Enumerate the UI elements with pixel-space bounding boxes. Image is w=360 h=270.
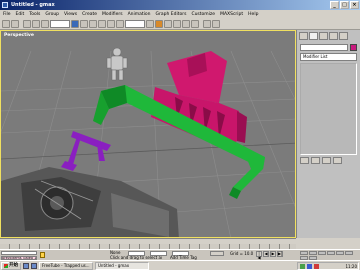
menu-create[interactable]: Create — [82, 12, 97, 17]
start-label: 开始 — [9, 262, 18, 268]
pivot-center-icon[interactable] — [146, 20, 154, 28]
rotate-icon[interactable] — [107, 20, 115, 28]
windows-logo-icon — [4, 263, 8, 268]
remove-modifier-icon[interactable] — [333, 157, 342, 164]
snap-toggle-icon[interactable] — [155, 20, 163, 28]
stack-controls — [300, 157, 357, 164]
zoom-icon[interactable] — [300, 251, 308, 255]
selection-filter-dropdown[interactable] — [50, 20, 70, 28]
render-icon[interactable] — [212, 20, 220, 28]
zoom-all-icon[interactable] — [309, 251, 317, 255]
menu-bar: File Edit Tools Group Views Create Modif… — [0, 10, 360, 19]
play-button[interactable]: ▶ — [270, 251, 276, 257]
purple-bench-model[interactable] — [61, 131, 111, 171]
object-name-row — [300, 44, 357, 51]
title-bar: Untitled - gmax _ □ × — [0, 0, 360, 10]
previous-frame-button[interactable]: ◀ — [263, 251, 269, 257]
spaceship-engine-model[interactable] — [1, 167, 179, 238]
start-button[interactable]: 开始 — [1, 261, 21, 270]
viewport-label[interactable]: Perspective — [4, 33, 34, 38]
language-icon[interactable] — [307, 263, 312, 269]
window-title: Untitled - gmax — [11, 2, 55, 8]
x-coordinate-field[interactable] — [128, 251, 145, 256]
menu-views[interactable]: Views — [64, 12, 77, 17]
reference-coordinate-dropdown[interactable] — [125, 20, 145, 28]
tab-create[interactable] — [299, 32, 308, 40]
menu-animation[interactable]: Animation — [128, 12, 151, 17]
object-name-field[interactable] — [300, 44, 348, 51]
modifier-stack[interactable] — [300, 63, 357, 155]
viewport-scene — [1, 47, 295, 238]
command-panel: Modifier List — [296, 30, 360, 238]
redo-icon[interactable] — [11, 20, 19, 28]
scale-icon[interactable] — [116, 20, 124, 28]
select-object-icon[interactable] — [71, 20, 79, 28]
status-bar: prevxitems_paleo 1 None Click and drag t… — [0, 249, 360, 260]
tab-display[interactable] — [339, 32, 348, 40]
undo-icon[interactable] — [2, 20, 10, 28]
grid-size: Grid = 10.0 — [230, 251, 254, 256]
perspective-viewport[interactable]: Perspective — [0, 30, 296, 238]
menu-tools[interactable]: Tools — [29, 12, 40, 17]
toolbar-separator — [20, 20, 22, 28]
menu-graph-editors[interactable]: Graph Editors — [156, 12, 187, 17]
align-icon[interactable] — [191, 20, 199, 28]
antivirus-icon[interactable] — [314, 263, 319, 269]
angle-snap-icon[interactable] — [164, 20, 172, 28]
menu-help[interactable]: Help — [248, 12, 258, 17]
pan-icon[interactable] — [345, 251, 353, 255]
percent-snap-icon[interactable] — [173, 20, 181, 28]
selection-lock-icon[interactable] — [40, 252, 45, 258]
modifier-list-dropdown[interactable]: Modifier List — [300, 53, 357, 61]
maxscript-mini-input[interactable] — [1, 251, 37, 255]
gmax-app-icon — [2, 2, 8, 8]
close-button[interactable]: × — [350, 1, 359, 9]
show-end-result-icon[interactable] — [311, 157, 320, 164]
minimize-button[interactable]: _ — [330, 1, 339, 9]
clock: 11:20 — [345, 263, 357, 269]
menu-edit[interactable]: Edit — [16, 12, 25, 17]
window-controls: _ □ × — [330, 1, 359, 9]
field-of-view-icon[interactable] — [336, 251, 344, 255]
taskbar-item-gmax[interactable]: Untitled - gmax — [95, 261, 149, 270]
pin-stack-icon[interactable] — [300, 157, 309, 164]
quick-launch-desktop-icon[interactable] — [23, 262, 29, 269]
select-by-name-icon[interactable] — [80, 20, 88, 28]
bind-space-warp-icon[interactable] — [41, 20, 49, 28]
windows-taskbar: 开始 FreeTube - Trapped us... Untitled - g… — [0, 260, 360, 270]
material-editor-icon[interactable] — [203, 20, 211, 28]
taskbar-item-freetube[interactable]: FreeTube - Trapped us... — [39, 261, 93, 270]
menu-file[interactable]: File — [3, 12, 11, 17]
go-to-end-button[interactable]: ▶| — [277, 251, 283, 257]
go-to-start-button[interactable]: |◀ — [256, 251, 262, 260]
viewport-navigation — [300, 251, 358, 260]
menu-customize[interactable]: Customize — [191, 12, 215, 17]
y-coordinate-field[interactable] — [150, 251, 167, 256]
menu-modifiers[interactable]: Modifiers — [102, 12, 123, 17]
zoom-extents-icon[interactable] — [318, 251, 326, 255]
maximize-button[interactable]: □ — [340, 1, 349, 9]
playback-controls: |◀ ◀ ▶ ▶| — [256, 251, 283, 260]
toolbar-separator — [200, 20, 202, 28]
animate-toggle-button[interactable] — [210, 251, 224, 256]
object-color-swatch[interactable] — [350, 44, 357, 51]
system-tray: 11:20 — [297, 262, 359, 270]
network-icon[interactable] — [300, 263, 305, 269]
make-unique-icon[interactable] — [322, 157, 331, 164]
link-icon[interactable] — [23, 20, 31, 28]
tab-motion[interactable] — [329, 32, 338, 40]
unlink-icon[interactable] — [32, 20, 40, 28]
mirror-icon[interactable] — [182, 20, 190, 28]
robot-model[interactable] — [106, 47, 128, 81]
menu-maxscript[interactable]: MAXScript — [220, 12, 243, 17]
main-toolbar — [0, 19, 360, 30]
move-icon[interactable] — [98, 20, 106, 28]
command-panel-tabs — [297, 30, 360, 42]
quick-launch-browser-icon[interactable] — [31, 262, 37, 269]
tab-modify[interactable] — [309, 32, 318, 40]
selection-region-icon[interactable] — [89, 20, 97, 28]
tab-hierarchy[interactable] — [319, 32, 328, 40]
menu-group[interactable]: Group — [45, 12, 59, 17]
zoom-extents-all-icon[interactable] — [327, 251, 335, 255]
